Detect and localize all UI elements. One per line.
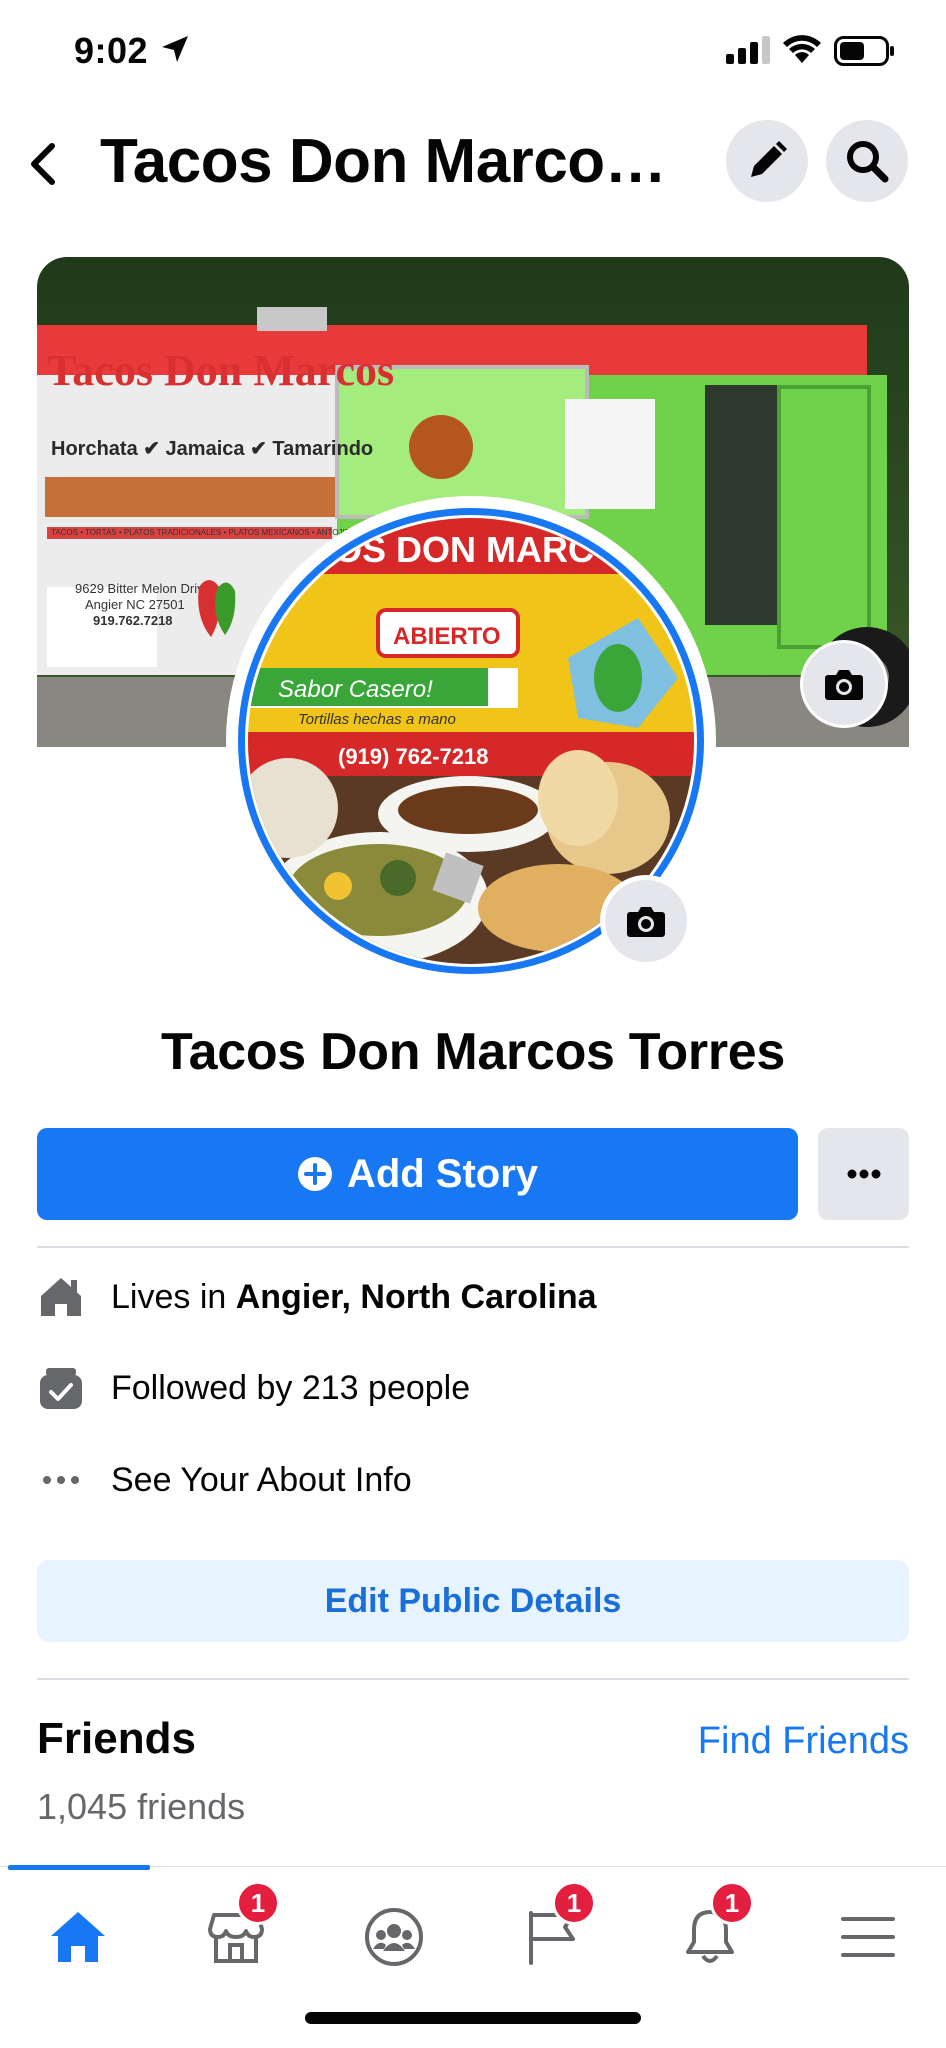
info-lives-in: Lives in Angier, North Carolina [37, 1267, 909, 1327]
tab-pages[interactable]: 1 [502, 1881, 602, 1987]
divider [37, 1678, 909, 1680]
home-icon [51, 1912, 105, 1962]
add-story-label: Add Story [346, 1151, 539, 1196]
lives-location: Angier, North Carolina [235, 1277, 597, 1316]
tagline-text: Sabor Casero! [278, 676, 433, 703]
lives-prefix: Lives in [111, 1277, 236, 1316]
search-icon [847, 141, 889, 183]
home-indicator[interactable] [305, 2012, 641, 2024]
cover-camera-button[interactable] [803, 643, 885, 725]
cellular-signal-icon [726, 36, 770, 64]
phone-banner-text: (919) 762-7218 [338, 744, 488, 769]
camera-icon [627, 907, 665, 937]
edit-public-details-button[interactable]: Edit Public Details [37, 1560, 909, 1642]
friends-heading: Friends [37, 1714, 196, 1763]
truck-address-2: Angier NC 27501 [85, 597, 185, 612]
home-icon [37, 1273, 85, 1321]
more-dots-icon [37, 1456, 85, 1504]
more-options-button[interactable] [818, 1128, 909, 1220]
profile-name: Tacos Don Marcos Torres [160, 1023, 785, 1081]
followers-icon [37, 1364, 85, 1412]
tab-marketplace[interactable]: 1 [186, 1881, 286, 1987]
more-dots-icon [847, 1169, 880, 1179]
see-about-text: See Your About Info [111, 1460, 412, 1499]
location-arrow-icon [162, 36, 188, 62]
subtag-text: Tortillas hechas a mano [298, 711, 456, 728]
wifi-icon [783, 35, 821, 63]
open-sign-text: ABIERTO [393, 623, 501, 650]
pages-badge: 1 [552, 1881, 596, 1925]
back-button[interactable] [18, 134, 68, 194]
add-story-button[interactable]: Add Story [37, 1128, 798, 1220]
battery-icon [834, 36, 894, 66]
truck-address-1: 9629 Bitter Melon Drive [75, 581, 211, 596]
status-bar: 9:02 [0, 0, 946, 100]
hamburger-menu-icon [841, 1917, 895, 1957]
pencil-icon [751, 141, 787, 177]
profile-header: Tacos Don Marcos Torres [0, 110, 946, 220]
info-see-about[interactable]: See Your About Info [37, 1450, 909, 1510]
followed-text: Followed by 213 people [111, 1368, 471, 1407]
search-button[interactable] [826, 120, 908, 202]
chevron-left-icon [31, 143, 55, 185]
truck-drinks-text: Horchata ✔ Jamaica ✔ Tamarindo [51, 438, 373, 460]
marketplace-badge: 1 [236, 1881, 280, 1925]
camera-icon [825, 670, 863, 700]
edit-profile-button[interactable] [726, 120, 808, 202]
page-title: Tacos Don Marcos Torres [100, 127, 690, 196]
profile-camera-button[interactable] [605, 880, 687, 962]
status-time: 9:02 [74, 30, 149, 71]
tab-menu[interactable] [818, 1887, 918, 1987]
notifications-badge: 1 [710, 1881, 754, 1925]
friends-count[interactable]: 1,045 friends [37, 1786, 245, 1828]
truck-name-text: Tacos Don Marcos [47, 346, 394, 395]
active-tab-indicator [8, 1865, 150, 1870]
info-followed-by[interactable]: Followed by 213 people [37, 1358, 909, 1418]
truck-phone: 919.762.7218 [93, 613, 173, 628]
tab-groups[interactable] [344, 1887, 444, 1987]
tab-notifications[interactable]: 1 [660, 1881, 760, 1987]
tab-home[interactable] [28, 1887, 128, 1987]
plus-circle-icon [297, 1157, 332, 1191]
divider [37, 1246, 909, 1248]
find-friends-link[interactable]: Find Friends [698, 1720, 909, 1763]
groups-icon [365, 1908, 423, 1966]
